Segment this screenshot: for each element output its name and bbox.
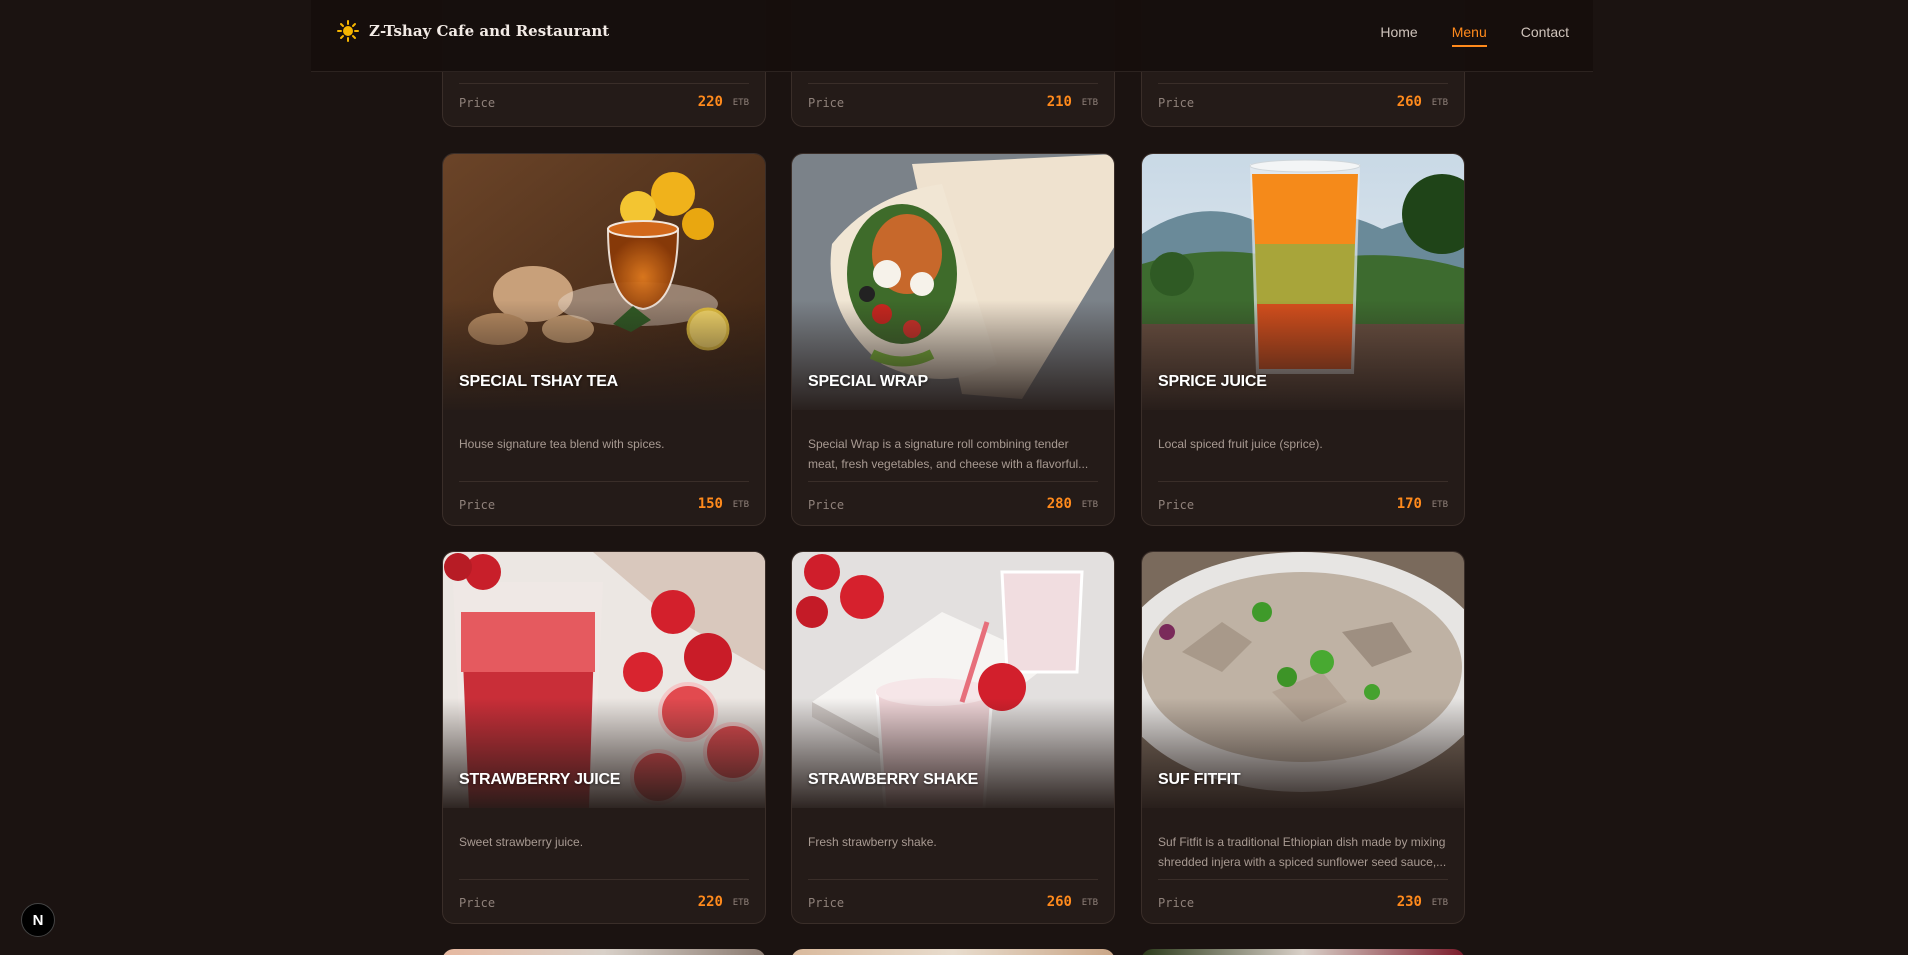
price-label: Price: [459, 896, 496, 910]
card-divider: [808, 481, 1098, 482]
price-amount: 260: [1046, 894, 1072, 910]
strawberry-juice-image: [443, 552, 765, 808]
item-title: SPECIAL WRAP: [808, 373, 928, 390]
price-row: Price 150 ETB: [459, 496, 749, 516]
brand-name: Z-Tshay Cafe and Restaurant: [369, 22, 610, 40]
item-title: STRAWBERRY JUICE: [459, 771, 621, 788]
image-shade: [1142, 300, 1464, 410]
price-currency: ETB: [1081, 500, 1098, 510]
price-label: Price: [459, 96, 496, 110]
tea-image: [443, 154, 765, 410]
price-amount: 280: [1046, 496, 1072, 512]
nav-home[interactable]: Home: [1380, 24, 1417, 47]
strawberry-shake-image: [792, 552, 1114, 808]
menu-card-partial[interactable]: [791, 949, 1115, 955]
menu-card-partial[interactable]: [1141, 949, 1465, 955]
main-nav: Home Menu Contact: [1380, 24, 1569, 47]
price-row: Price 280 ETB: [808, 496, 1098, 516]
image-shade: [443, 300, 765, 410]
item-title: SPRICE JUICE: [1158, 373, 1267, 390]
menu-card[interactable]: STRAWBERRY JUICE Sweet strawberry juice.…: [442, 551, 766, 924]
nav-contact[interactable]: Contact: [1521, 24, 1569, 47]
suf-fitfit-image: [1142, 552, 1464, 808]
price-currency: ETB: [732, 98, 749, 108]
card-divider: [459, 879, 749, 880]
card-divider: [1158, 879, 1448, 880]
item-description: Sweet strawberry juice.: [459, 835, 584, 849]
dev-tools-badge[interactable]: N: [21, 903, 55, 937]
image-shade: [792, 698, 1114, 808]
menu-card[interactable]: STRAWBERRY SHAKE Fresh strawberry shake.…: [791, 551, 1115, 924]
price-amount: 220: [697, 94, 723, 110]
price-row: Price 260 ETB: [1158, 94, 1448, 114]
menu-page: Price 220 ETB Price 210 ETB Price 260 ET…: [0, 0, 1908, 955]
image-shade: [443, 698, 765, 808]
price-currency: ETB: [732, 500, 749, 510]
menu-card[interactable]: SPECIAL WRAP Special Wrap is a signature…: [791, 153, 1115, 526]
price-currency: ETB: [1081, 98, 1098, 108]
site-header: Z-Tshay Cafe and Restaurant Home Menu Co…: [311, 0, 1593, 72]
item-description: Special Wrap is a signature roll combini…: [808, 437, 1089, 471]
price-row: Price 220 ETB: [459, 94, 749, 114]
price-label: Price: [459, 498, 496, 512]
card-divider: [1158, 83, 1448, 84]
price-label: Price: [1158, 96, 1195, 110]
price-label: Price: [1158, 498, 1195, 512]
card-divider: [808, 83, 1098, 84]
card-divider: [808, 879, 1098, 880]
price-amount: 170: [1396, 496, 1422, 512]
item-title: SPECIAL TSHAY TEA: [459, 373, 619, 390]
price-amount: 150: [697, 496, 723, 512]
brand[interactable]: Z-Tshay Cafe and Restaurant: [337, 20, 609, 42]
price-label: Price: [808, 896, 845, 910]
item-description: Local spiced fruit juice (sprice).: [1158, 437, 1323, 451]
item-title: STRAWBERRY SHAKE: [808, 771, 979, 788]
image-shade: [792, 300, 1114, 410]
price-row: Price 260 ETB: [808, 894, 1098, 914]
item-description: Fresh strawberry shake.: [808, 835, 937, 849]
menu-card[interactable]: SUF FITFIT Suf Fitfit is a traditional E…: [1141, 551, 1465, 924]
nav-menu[interactable]: Menu: [1451, 24, 1487, 47]
price-label: Price: [808, 498, 845, 512]
price-row: Price 170 ETB: [1158, 496, 1448, 516]
item-description: House signature tea blend with spices.: [459, 437, 665, 451]
wrap-image: [792, 154, 1114, 410]
price-row: Price 210 ETB: [808, 94, 1098, 114]
menu-card-partial[interactable]: [442, 949, 766, 955]
juice-image: [1142, 154, 1464, 410]
price-currency: ETB: [732, 898, 749, 908]
card-divider: [459, 83, 749, 84]
price-currency: ETB: [1431, 898, 1448, 908]
card-divider: [459, 481, 749, 482]
menu-card[interactable]: SPRICE JUICE Local spiced fruit juice (s…: [1141, 153, 1465, 526]
price-currency: ETB: [1431, 500, 1448, 510]
price-row: Price 220 ETB: [459, 894, 749, 914]
menu-card[interactable]: SPECIAL TSHAY TEA House signature tea bl…: [442, 153, 766, 526]
item-title: SUF FITFIT: [1158, 771, 1241, 788]
sun-icon: [337, 20, 359, 42]
price-label: Price: [808, 96, 845, 110]
price-amount: 210: [1046, 94, 1072, 110]
price-currency: ETB: [1081, 898, 1098, 908]
price-amount: 220: [697, 894, 723, 910]
image-shade: [1142, 698, 1464, 808]
price-row: Price 230 ETB: [1158, 894, 1448, 914]
card-divider: [1158, 481, 1448, 482]
item-description: Suf Fitfit is a traditional Ethiopian di…: [1158, 835, 1447, 869]
price-label: Price: [1158, 896, 1195, 910]
price-amount: 260: [1396, 94, 1422, 110]
price-currency: ETB: [1431, 98, 1448, 108]
price-amount: 230: [1396, 894, 1422, 910]
